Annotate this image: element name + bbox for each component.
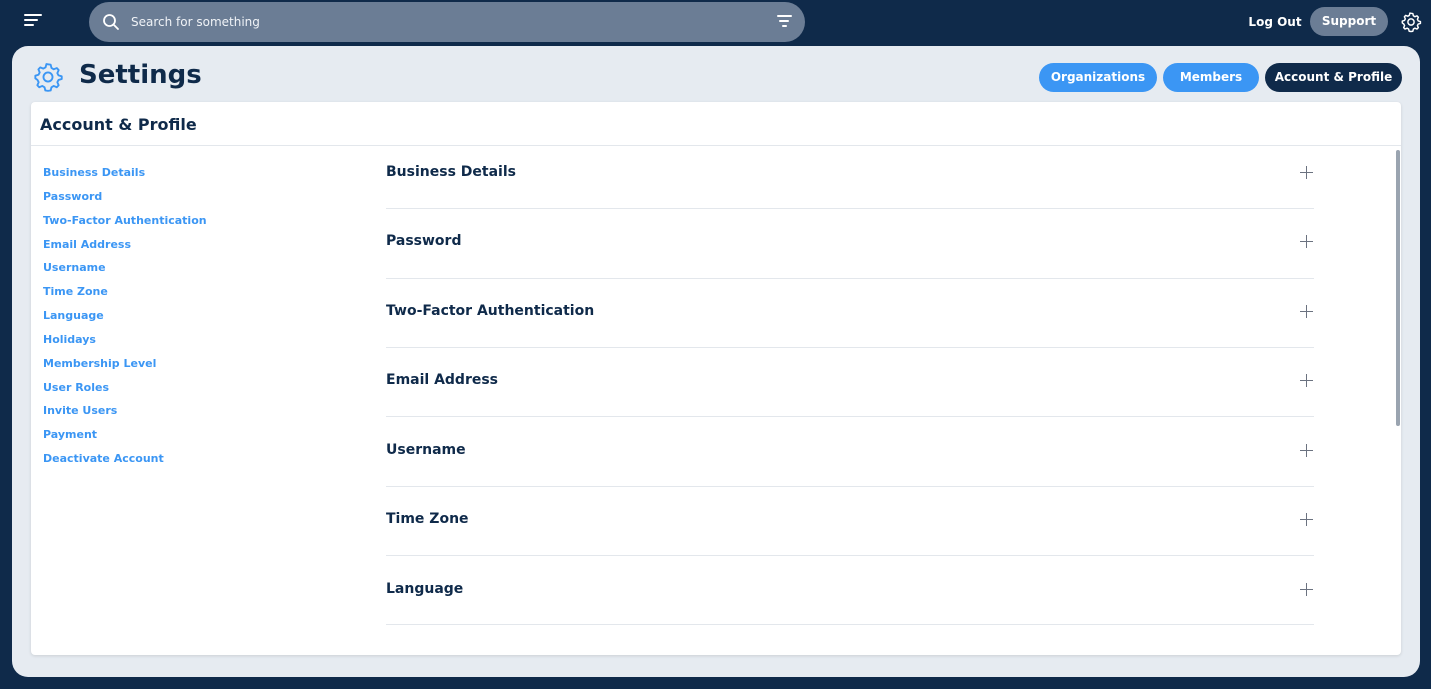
nav-link-language[interactable]: Language [43, 308, 207, 332]
filter-icon[interactable] [776, 15, 792, 29]
divider [386, 486, 1314, 487]
nav-link-time-zone[interactable]: Time Zone [43, 284, 207, 308]
settings-panel: Settings Organizations Members Account &… [12, 46, 1420, 677]
expand-icon[interactable] [1300, 444, 1314, 458]
accordion-label: Two-Factor Authentication [386, 303, 595, 319]
logout-button[interactable]: Log Out [1246, 12, 1304, 32]
divider [386, 624, 1314, 625]
scrollbar[interactable] [1396, 150, 1400, 426]
tab-organizations[interactable]: Organizations [1039, 63, 1157, 92]
nav-link-username[interactable]: Username [43, 260, 207, 284]
nav-link-deactivate-account[interactable]: Deactivate Account [43, 451, 207, 475]
support-button[interactable]: Support [1310, 7, 1388, 36]
account-profile-card: Account & Profile Business Details Passw… [31, 102, 1401, 655]
accordion-label: Password [386, 233, 462, 249]
expand-icon[interactable] [1300, 235, 1314, 249]
expand-icon[interactable] [1300, 305, 1314, 319]
accordion-label: Username [386, 442, 466, 458]
nav-link-email-address[interactable]: Email Address [43, 237, 207, 261]
page-title: Settings [79, 60, 202, 90]
divider [386, 555, 1314, 556]
divider [386, 208, 1314, 209]
search-input[interactable] [131, 11, 751, 33]
expand-icon[interactable] [1300, 166, 1314, 180]
nav-link-payment[interactable]: Payment [43, 427, 207, 451]
accordion-label: Time Zone [386, 511, 469, 527]
nav-link-business-details[interactable]: Business Details [43, 165, 207, 189]
nav-link-password[interactable]: Password [43, 189, 207, 213]
card-title: Account & Profile [40, 115, 197, 134]
menu-icon[interactable] [24, 14, 42, 30]
search-icon[interactable] [102, 13, 120, 31]
nav-link-holidays[interactable]: Holidays [43, 332, 207, 356]
divider [31, 145, 1401, 146]
divider [386, 278, 1314, 279]
accordion-label: Email Address [386, 372, 499, 388]
nav-link-membership-level[interactable]: Membership Level [43, 356, 207, 380]
tab-account-profile[interactable]: Account & Profile [1265, 63, 1402, 92]
accordion-label: Business Details [386, 164, 516, 180]
expand-icon[interactable] [1300, 583, 1314, 597]
nav-link-user-roles[interactable]: User Roles [43, 380, 207, 404]
search-bar [89, 2, 805, 42]
gear-icon[interactable] [1400, 11, 1422, 33]
expand-icon[interactable] [1300, 513, 1314, 527]
settings-gear-icon [34, 63, 63, 92]
tab-members[interactable]: Members [1163, 63, 1259, 92]
nav-link-two-factor-authentication[interactable]: Two-Factor Authentication [43, 213, 207, 237]
top-bar: Log Out Support [0, 0, 1431, 44]
divider [386, 416, 1314, 417]
divider [386, 347, 1314, 348]
accordion-label: Language [386, 581, 464, 597]
expand-icon[interactable] [1300, 374, 1314, 388]
section-nav: Business Details Password Two-Factor Aut… [43, 165, 207, 475]
nav-link-invite-users[interactable]: Invite Users [43, 403, 207, 427]
